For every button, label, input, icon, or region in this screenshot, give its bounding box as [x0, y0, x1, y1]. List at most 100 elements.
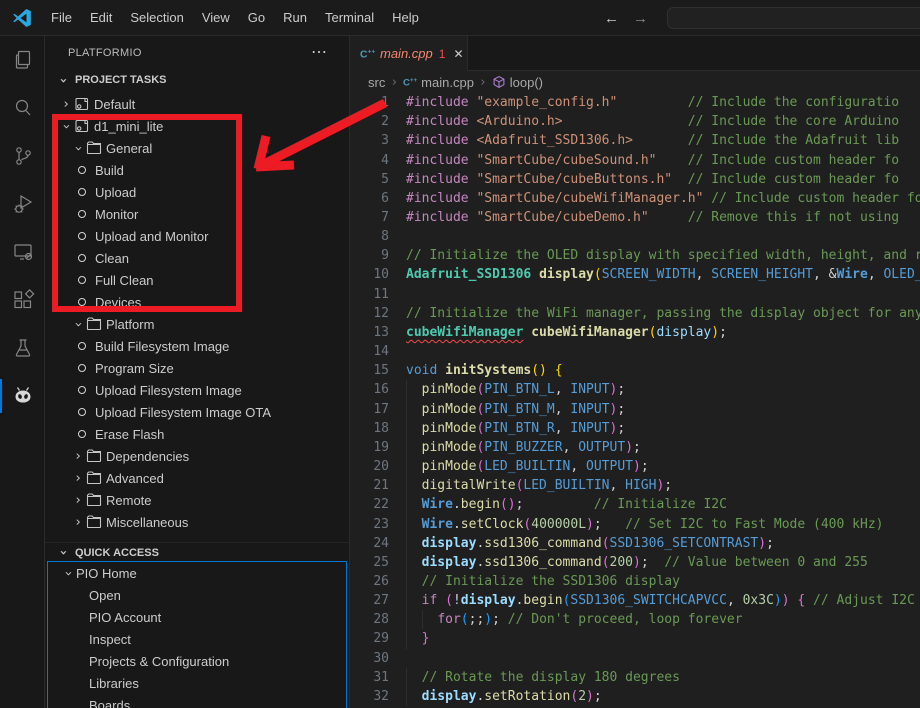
- command-center[interactable]: [667, 7, 920, 29]
- menu-edit[interactable]: Edit: [81, 6, 121, 29]
- sidebar-item-program-size[interactable]: Program Size: [45, 357, 349, 379]
- run-debug-icon[interactable]: [0, 180, 45, 228]
- sidebar-item-general[interactable]: ›General: [45, 137, 349, 159]
- menu-selection[interactable]: Selection: [121, 6, 192, 29]
- code-line: 31 // Rotate the display 180 degrees: [350, 668, 920, 687]
- sidebar-item-upload[interactable]: Upload: [45, 181, 349, 203]
- code-line: 15void initSystems() {: [350, 361, 920, 380]
- chevron-down-icon: ›: [56, 545, 71, 561]
- quick-access-item-pio-home[interactable]: ›PIO Home: [45, 562, 349, 584]
- quick-access-item-libraries[interactable]: Libraries: [45, 672, 349, 694]
- section-quick-access[interactable]: › QUICK ACCESS: [45, 542, 349, 562]
- menu-bar: FileEditSelectionViewGoRunTerminalHelp: [42, 6, 428, 29]
- task-circle-icon: [78, 188, 86, 196]
- line-number: 31: [350, 670, 389, 685]
- sidebar-item-full-clean[interactable]: Full Clean: [45, 269, 349, 291]
- quick-access-item-inspect[interactable]: Inspect: [45, 628, 349, 650]
- sidebar-item-monitor[interactable]: Monitor: [45, 203, 349, 225]
- editor-group: C ++ main.cpp 1 ✕ src›C++main.cpp›loop()…: [350, 36, 920, 708]
- section-label: PROJECT TASKS: [75, 74, 166, 86]
- code-line-content: // Initialize the OLED display with spec…: [406, 248, 920, 263]
- quick-access-item-boards[interactable]: Boards: [45, 694, 349, 708]
- cpp-icon: C++: [403, 75, 417, 89]
- task-circle-icon: [78, 408, 86, 416]
- line-number: 4: [350, 153, 389, 168]
- sidebar-item-remote[interactable]: ›Remote: [45, 489, 349, 511]
- tree-item-label: Projects & Configuration: [89, 654, 229, 669]
- sidebar-item-upload-and-monitor[interactable]: Upload and Monitor: [45, 225, 349, 247]
- vscode-logo: [12, 8, 32, 28]
- code-line-content: Wire.setClock(400000L); // Set I2C to Fa…: [406, 517, 883, 532]
- platformio-icon[interactable]: [0, 372, 45, 420]
- section-project-tasks[interactable]: › PROJECT TASKS: [45, 70, 349, 90]
- menu-run[interactable]: Run: [274, 6, 316, 29]
- chevron-down-icon: ›: [56, 72, 71, 88]
- test-beaker-icon[interactable]: [0, 324, 45, 372]
- tree-item-label: Erase Flash: [95, 427, 164, 442]
- board-icon: [74, 118, 94, 134]
- sidebar-item-erase-flash[interactable]: Erase Flash: [45, 423, 349, 445]
- search-icon[interactable]: [0, 84, 45, 132]
- line-number: 18: [350, 421, 389, 436]
- breadcrumb-separator: ›: [390, 75, 398, 90]
- breadcrumb-item[interactable]: main.cpp: [421, 75, 474, 90]
- quick-access-item-open[interactable]: Open: [45, 584, 349, 606]
- line-number: 23: [350, 517, 389, 532]
- quick-access-item-pio-account[interactable]: PIO Account: [45, 606, 349, 628]
- menu-go[interactable]: Go: [239, 6, 274, 29]
- breadcrumb-item[interactable]: src: [368, 75, 385, 90]
- menu-terminal[interactable]: Terminal: [316, 6, 383, 29]
- folder-icon: [86, 448, 106, 464]
- chevron-down-icon: ›: [61, 565, 76, 581]
- code-area[interactable]: 1#include "example_config.h" // Include …: [350, 93, 920, 706]
- sidebar-item-build[interactable]: Build: [45, 159, 349, 181]
- sidebar-item-devices[interactable]: Devices: [45, 291, 349, 313]
- code-line-content: #include "SmartCube/cubeButtons.h" // In…: [406, 172, 899, 187]
- code-line-content: }: [406, 631, 429, 646]
- extensions-icon[interactable]: [0, 276, 45, 324]
- sidebar-item-default[interactable]: › Default: [45, 93, 349, 115]
- back-arrow-icon[interactable]: ←: [604, 10, 619, 27]
- quick-access-item-projects-configuration[interactable]: Projects & Configuration: [45, 650, 349, 672]
- remote-explorer-icon[interactable]: [0, 228, 45, 276]
- code-line-content: void initSystems() {: [406, 363, 563, 378]
- line-number: 24: [350, 536, 389, 551]
- sidebar-item-d1-mini-lite[interactable]: ›d1_mini_lite: [45, 115, 349, 137]
- menu-help[interactable]: Help: [383, 6, 428, 29]
- sidebar-item-platform[interactable]: ›Platform: [45, 313, 349, 335]
- code-line: 1#include "example_config.h" // Include …: [350, 93, 920, 112]
- code-line: 2#include <Arduino.h> // Include the cor…: [350, 112, 920, 131]
- line-number: 3: [350, 133, 389, 148]
- cube-icon: [492, 75, 506, 89]
- sidebar-item-advanced[interactable]: ›Advanced: [45, 467, 349, 489]
- tab-main-cpp[interactable]: C ++ main.cpp 1 ✕: [350, 36, 468, 71]
- sidebar-item-build-filesystem-image[interactable]: Build Filesystem Image: [45, 335, 349, 357]
- task-circle-icon: [78, 276, 86, 284]
- line-number: 16: [350, 382, 389, 397]
- more-actions-icon[interactable]: ⋯: [311, 42, 327, 62]
- sidebar-item-dependencies[interactable]: ›Dependencies: [45, 445, 349, 467]
- code-line: 19 pinMode(PIN_BUZZER, OUTPUT);: [350, 438, 920, 457]
- sidebar-item-miscellaneous[interactable]: ›Miscellaneous: [45, 511, 349, 533]
- chevron-right-icon: ›: [58, 97, 74, 112]
- menu-view[interactable]: View: [193, 6, 239, 29]
- tree-item-label: Default: [94, 97, 135, 112]
- sidebar-item-clean[interactable]: Clean: [45, 247, 349, 269]
- source-control-icon[interactable]: [0, 132, 45, 180]
- code-line-content: #include "SmartCube/cubeDemo.h" // Remov…: [406, 210, 899, 225]
- sidebar-item-upload-filesystem-image-ota[interactable]: Upload Filesystem Image OTA: [45, 401, 349, 423]
- code-line: 9// Initialize the OLED display with spe…: [350, 246, 920, 265]
- forward-arrow-icon[interactable]: →: [633, 10, 648, 27]
- chevron-down-icon: ›: [59, 118, 74, 134]
- close-icon[interactable]: ✕: [453, 47, 463, 61]
- code-line: 30: [350, 649, 920, 668]
- code-line: 10Adafruit_SSD1306 display(SCREEN_WIDTH,…: [350, 265, 920, 284]
- menu-file[interactable]: File: [42, 6, 81, 29]
- explorer-icon[interactable]: [0, 36, 45, 84]
- task-circle-icon: [78, 254, 86, 262]
- breadcrumb-item[interactable]: loop(): [510, 75, 543, 90]
- sidebar-title: PLATFORMIO: [68, 47, 142, 59]
- code-line-content: for(;;); // Don't proceed, loop forever: [406, 612, 743, 627]
- sidebar-item-upload-filesystem-image[interactable]: Upload Filesystem Image: [45, 379, 349, 401]
- tree-item-label: Upload and Monitor: [95, 229, 208, 244]
